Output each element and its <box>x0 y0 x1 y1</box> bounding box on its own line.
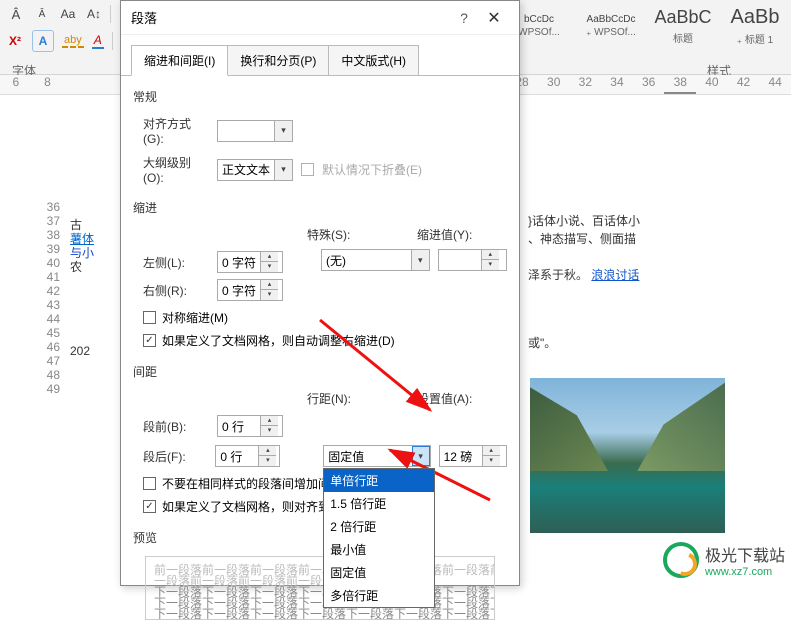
tab-line-page-breaks[interactable]: 换行和分页(P) <box>228 45 329 76</box>
line-spacing-dropdown: 单倍行距 1.5 倍行距 2 倍行距 最小值 固定值 多倍行距 <box>323 468 435 608</box>
highlight-icon[interactable]: aby <box>62 34 84 48</box>
tab-body: 常规 对齐方式(G): ▾ 大纲级别(O): 正文文本▾ 默认情况下折叠(E) … <box>121 75 519 632</box>
auto-right-indent-label: 如果定义了文档网格，则自动调整右缩进(D) <box>162 332 395 349</box>
right-indent-label: 右侧(R): <box>133 282 209 299</box>
tab-asian-typography[interactable]: 中文版式(H) <box>329 45 419 76</box>
no-space-same-style-label: 不要在相同样式的段落间增加间 <box>162 475 330 492</box>
spin-up-icon[interactable]: ▴ <box>261 252 278 262</box>
font-color-icon[interactable]: A <box>92 33 104 49</box>
at-value-spinner[interactable]: ▴▾ <box>439 445 507 467</box>
snap-to-grid-checkbox[interactable] <box>143 500 156 513</box>
section-general: 常规 <box>133 88 507 105</box>
line-spacing-select[interactable]: 固定值 ▾ 单倍行距 1.5 倍行距 2 倍行距 最小值 固定值 多倍行距 <box>323 445 430 467</box>
preview-box: 前一段落前一段落前一段落前一段落前一段落前一段落前一段落前一段落前一段落前一段落… <box>145 556 495 620</box>
phonetic-guide-icon[interactable]: A↕ <box>84 4 104 24</box>
at-label: 设置值(A): <box>417 390 507 407</box>
indent-by-label: 缩进值(Y): <box>417 226 507 243</box>
doc-link[interactable]: 浪浪讨话 <box>591 268 639 282</box>
space-after-label: 段后(F): <box>133 448 207 465</box>
alignment-label: 对齐方式(G): <box>133 115 209 146</box>
dropdown-option[interactable]: 固定值 <box>324 561 434 584</box>
spin-up-icon[interactable]: ▴ <box>261 280 278 290</box>
help-button[interactable]: ? <box>449 10 479 26</box>
space-before-spinner[interactable]: ▴▾ <box>217 415 283 437</box>
dropdown-option[interactable]: 多倍行距 <box>324 584 434 607</box>
preview-label: 预览 <box>133 529 507 546</box>
chevron-down-icon: ▾ <box>274 160 292 180</box>
section-spacing: 间距 <box>133 363 507 380</box>
spin-down-icon[interactable]: ▾ <box>261 290 278 300</box>
close-button[interactable]: ✕ <box>479 8 509 28</box>
right-indent-spinner[interactable]: ▴▾ <box>217 279 283 301</box>
paragraph-dialog: 段落 ? ✕ 缩进和间距(I) 换行和分页(P) 中文版式(H) 常规 对齐方式… <box>120 0 520 586</box>
text-effects-icon[interactable]: A <box>32 30 54 52</box>
special-label: 特殊(S): <box>307 226 417 243</box>
spin-up-icon[interactable]: ▴ <box>261 416 278 426</box>
line-spacing-label: 行距(N): <box>307 390 417 407</box>
spin-down-icon[interactable]: ▾ <box>482 260 499 270</box>
space-before-label: 段前(B): <box>133 418 209 435</box>
chevron-down-icon: ▾ <box>274 121 292 141</box>
watermark-url: www.xz7.com <box>705 566 785 578</box>
styles-gallery[interactable]: bCcDcWPSOf... AaBbCcDc₊ WPSOf... AaBbC标题… <box>503 0 791 55</box>
collapse-checkbox <box>301 163 314 176</box>
dialog-title: 段落 <box>131 8 449 27</box>
outline-select[interactable]: 正文文本▾ <box>217 159 293 181</box>
collapse-label: 默认情况下折叠(E) <box>322 161 422 178</box>
mirror-indent-label: 对称缩进(M) <box>162 309 228 326</box>
style-card[interactable]: AaBb₊ 标题 1 <box>719 0 791 52</box>
spin-down-icon[interactable]: ▾ <box>483 456 500 466</box>
watermark-title: 极光下载站 <box>705 542 785 566</box>
style-card[interactable]: AaBbCcDc₊ WPSOf... <box>575 0 647 52</box>
alignment-select[interactable]: ▾ <box>217 120 293 142</box>
spin-down-icon[interactable]: ▾ <box>261 426 278 436</box>
chevron-down-icon: ▾ <box>411 250 429 270</box>
grow-font-icon[interactable]: Â <box>6 4 26 24</box>
clear-format-icon[interactable]: X² <box>6 32 24 50</box>
space-after-spinner[interactable]: ▴▾ <box>215 445 279 467</box>
doc-fragment-left: 古 薯体 与小 农 202 <box>70 218 94 358</box>
shrink-font-icon[interactable]: Ǎ <box>32 4 52 24</box>
dropdown-option[interactable]: 单倍行距 <box>324 469 434 492</box>
dropdown-option[interactable]: 最小值 <box>324 538 434 561</box>
change-case-icon[interactable]: Aa <box>58 4 78 24</box>
outline-label: 大纲级别(O): <box>133 154 209 185</box>
dialog-tabs: 缩进和间距(I) 换行和分页(P) 中文版式(H) <box>121 35 519 76</box>
left-indent-spinner[interactable]: ▴▾ <box>217 251 283 273</box>
no-space-same-style-checkbox[interactable] <box>143 477 156 490</box>
dropdown-option[interactable]: 1.5 倍行距 <box>324 492 434 515</box>
spin-down-icon[interactable]: ▾ <box>259 456 276 466</box>
doc-text-right: }话体小说、百话体小 、神态描写、侧面描 泽系于秋。 浪浪讨话 或"。 <box>528 212 718 352</box>
spin-up-icon[interactable]: ▴ <box>483 446 500 456</box>
chevron-down-icon: ▾ <box>412 446 430 466</box>
mirror-indent-checkbox[interactable] <box>143 311 156 324</box>
spin-up-icon[interactable]: ▴ <box>259 446 276 456</box>
tab-indent-spacing[interactable]: 缩进和间距(I) <box>131 45 228 76</box>
indent-by-spinner[interactable]: ▴▾ <box>438 249 507 271</box>
style-card[interactable]: AaBbC标题 <box>647 0 719 52</box>
spin-down-icon[interactable]: ▾ <box>261 262 278 272</box>
watermark-logo-icon <box>663 542 699 578</box>
document-image <box>530 378 725 533</box>
spin-up-icon[interactable]: ▴ <box>482 250 499 260</box>
snap-to-grid-label: 如果定义了文档网格，则对齐到 <box>162 498 330 515</box>
special-indent-select[interactable]: (无)▾ <box>321 249 430 271</box>
section-indent: 缩进 <box>133 199 507 216</box>
dropdown-option[interactable]: 2 倍行距 <box>324 515 434 538</box>
watermark: 极光下载站 www.xz7.com <box>663 542 785 578</box>
dialog-titlebar: 段落 ? ✕ <box>121 1 519 35</box>
left-indent-label: 左侧(L): <box>133 254 209 271</box>
auto-right-indent-checkbox[interactable] <box>143 334 156 347</box>
line-numbers: 3637383940414243444546474849 <box>40 200 60 396</box>
